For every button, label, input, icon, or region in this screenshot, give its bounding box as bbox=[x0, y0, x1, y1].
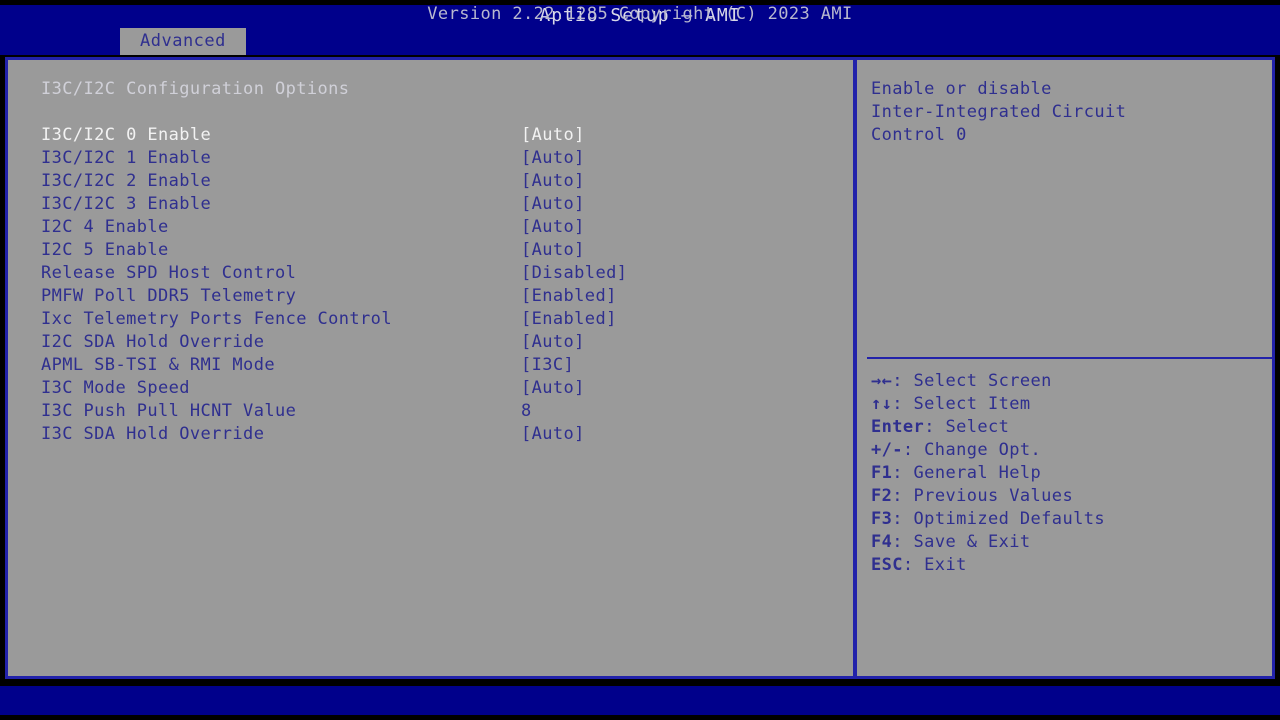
setting-value[interactable]: [Auto] bbox=[521, 170, 585, 193]
setting-label: I2C SDA Hold Override bbox=[41, 332, 265, 352]
setting-value[interactable]: [Disabled] bbox=[521, 262, 627, 285]
version-text: Version 2.22.1285 Copyright (C) 2023 AMI bbox=[427, 4, 853, 24]
help-description: Enable or disable Inter-Integrated Circui… bbox=[871, 78, 1272, 147]
legend-entry: +/-: Change Opt. bbox=[871, 439, 1105, 462]
legend-entry: F2: Previous Values bbox=[871, 485, 1105, 508]
setting-label: I3C/I2C 0 Enable bbox=[41, 125, 212, 145]
setting-label: I3C/I2C 1 Enable bbox=[41, 148, 212, 168]
legend-action: : Select bbox=[924, 417, 1010, 437]
tab-strip: Advanced bbox=[0, 28, 1280, 55]
setting-row[interactable]: I2C 5 Enable [Auto] bbox=[41, 239, 853, 262]
legend-entry: →←: Select Screen bbox=[871, 370, 1105, 393]
help-line: Control 0 bbox=[871, 125, 967, 145]
setting-row[interactable]: I3C/I2C 2 Enable [Auto] bbox=[41, 170, 853, 193]
legend-key: +/- bbox=[871, 440, 903, 460]
legend-entry: F1: General Help bbox=[871, 462, 1105, 485]
setting-row[interactable]: Ixc Telemetry Ports Fence Control [Enable… bbox=[41, 308, 853, 331]
setting-row[interactable]: I3C SDA Hold Override [Auto] bbox=[41, 423, 853, 446]
setting-value[interactable]: [Auto] bbox=[521, 216, 585, 239]
setting-label: Release SPD Host Control bbox=[41, 263, 297, 283]
key-legend: →←: Select Screen ↑↓: Select Item Enter: S… bbox=[857, 370, 1105, 577]
help-divider bbox=[867, 357, 1272, 359]
setting-label: APML SB-TSI & RMI Mode bbox=[41, 355, 275, 375]
setting-label: PMFW Poll DDR5 Telemetry bbox=[41, 286, 297, 306]
setting-value[interactable]: [Auto] bbox=[521, 331, 585, 354]
legend-action: : Select Item bbox=[892, 394, 1031, 414]
legend-action: : Previous Values bbox=[892, 486, 1074, 506]
setting-label: Ixc Telemetry Ports Fence Control bbox=[41, 309, 392, 329]
main-frame: I3C/I2C Configuration Options I3C/I2C 0 … bbox=[5, 57, 1275, 679]
legend-action: : Save & Exit bbox=[892, 532, 1031, 552]
legend-entry: F3: Optimized Defaults bbox=[871, 508, 1105, 531]
section-title: I3C/I2C Configuration Options bbox=[41, 79, 350, 99]
bios-setup-screen: Aptio Setup – AMI Advanced I3C/I2C Confi… bbox=[0, 0, 1280, 720]
legend-key: ↑↓ bbox=[871, 394, 893, 414]
setting-row[interactable]: I2C 4 Enable [Auto] bbox=[41, 216, 853, 239]
setting-value[interactable]: [I3C] bbox=[521, 354, 574, 377]
setting-label: I3C SDA Hold Override bbox=[41, 424, 265, 444]
setting-row[interactable]: I3C Push Pull HCNT Value 8 bbox=[41, 400, 853, 423]
setting-value[interactable]: [Auto] bbox=[521, 193, 585, 216]
setting-value[interactable]: [Auto] bbox=[521, 239, 585, 262]
legend-key: ESC bbox=[871, 555, 903, 575]
legend-key: F3 bbox=[871, 509, 893, 529]
legend-action: : Change Opt. bbox=[902, 440, 1042, 460]
settings-pane: I3C/I2C Configuration Options I3C/I2C 0 … bbox=[8, 60, 853, 676]
panes-container: I3C/I2C Configuration Options I3C/I2C 0 … bbox=[8, 60, 1272, 676]
setting-row[interactable]: I3C/I2C 0 Enable [Auto] bbox=[41, 124, 853, 147]
help-pane: Enable or disable Inter-Integrated Circui… bbox=[857, 60, 1272, 676]
setting-value[interactable]: [Auto] bbox=[521, 124, 585, 147]
setting-row[interactable]: PMFW Poll DDR5 Telemetry [Enabled] bbox=[41, 285, 853, 308]
tab-advanced[interactable]: Advanced bbox=[120, 28, 246, 55]
setting-value[interactable]: [Auto] bbox=[521, 147, 585, 170]
setting-row[interactable]: I2C SDA Hold Override [Auto] bbox=[41, 331, 853, 354]
legend-entry: ESC: Exit bbox=[871, 554, 1105, 577]
setting-row[interactable]: I3C/I2C 1 Enable [Auto] bbox=[41, 147, 853, 170]
footer-bar bbox=[0, 686, 1280, 715]
setting-value[interactable]: [Auto] bbox=[521, 423, 585, 446]
legend-key: Enter bbox=[871, 417, 925, 437]
legend-entry: Enter: Select bbox=[871, 416, 1105, 439]
legend-key: →← bbox=[871, 371, 893, 391]
help-line: Inter-Integrated Circuit bbox=[871, 102, 1127, 122]
setting-label: I3C Push Pull HCNT Value bbox=[41, 401, 297, 421]
legend-entry: ↑↓: Select Item bbox=[871, 393, 1105, 416]
setting-value[interactable]: [Enabled] bbox=[521, 285, 617, 308]
legend-action: : Optimized Defaults bbox=[892, 509, 1105, 529]
settings-list: I3C/I2C 0 Enable [Auto] I3C/I2C 1 Enable [A… bbox=[41, 124, 853, 446]
setting-label: I2C 4 Enable bbox=[41, 217, 169, 237]
setting-label: I3C Mode Speed bbox=[41, 378, 190, 398]
legend-action: : Select Screen bbox=[892, 371, 1052, 391]
setting-label: I3C/I2C 3 Enable bbox=[41, 194, 212, 214]
setting-value[interactable]: 8 bbox=[521, 400, 532, 423]
setting-row[interactable]: I3C Mode Speed [Auto] bbox=[41, 377, 853, 400]
setting-value[interactable]: [Auto] bbox=[521, 377, 585, 400]
help-line: Enable or disable bbox=[871, 79, 1052, 99]
setting-row[interactable]: I3C/I2C 3 Enable [Auto] bbox=[41, 193, 853, 216]
setting-label: I2C 5 Enable bbox=[41, 240, 169, 260]
legend-key: F2 bbox=[871, 486, 893, 506]
legend-key: F4 bbox=[871, 532, 893, 552]
legend-key: F1 bbox=[871, 463, 893, 483]
legend-action: : General Help bbox=[892, 463, 1042, 483]
legend-entry: F4: Save & Exit bbox=[871, 531, 1105, 554]
setting-value[interactable]: [Enabled] bbox=[521, 308, 617, 331]
setting-label: I3C/I2C 2 Enable bbox=[41, 171, 212, 191]
setting-row[interactable]: APML SB-TSI & RMI Mode [I3C] bbox=[41, 354, 853, 377]
setting-row[interactable]: Release SPD Host Control [Disabled] bbox=[41, 262, 853, 285]
legend-action: : Exit bbox=[902, 555, 967, 575]
